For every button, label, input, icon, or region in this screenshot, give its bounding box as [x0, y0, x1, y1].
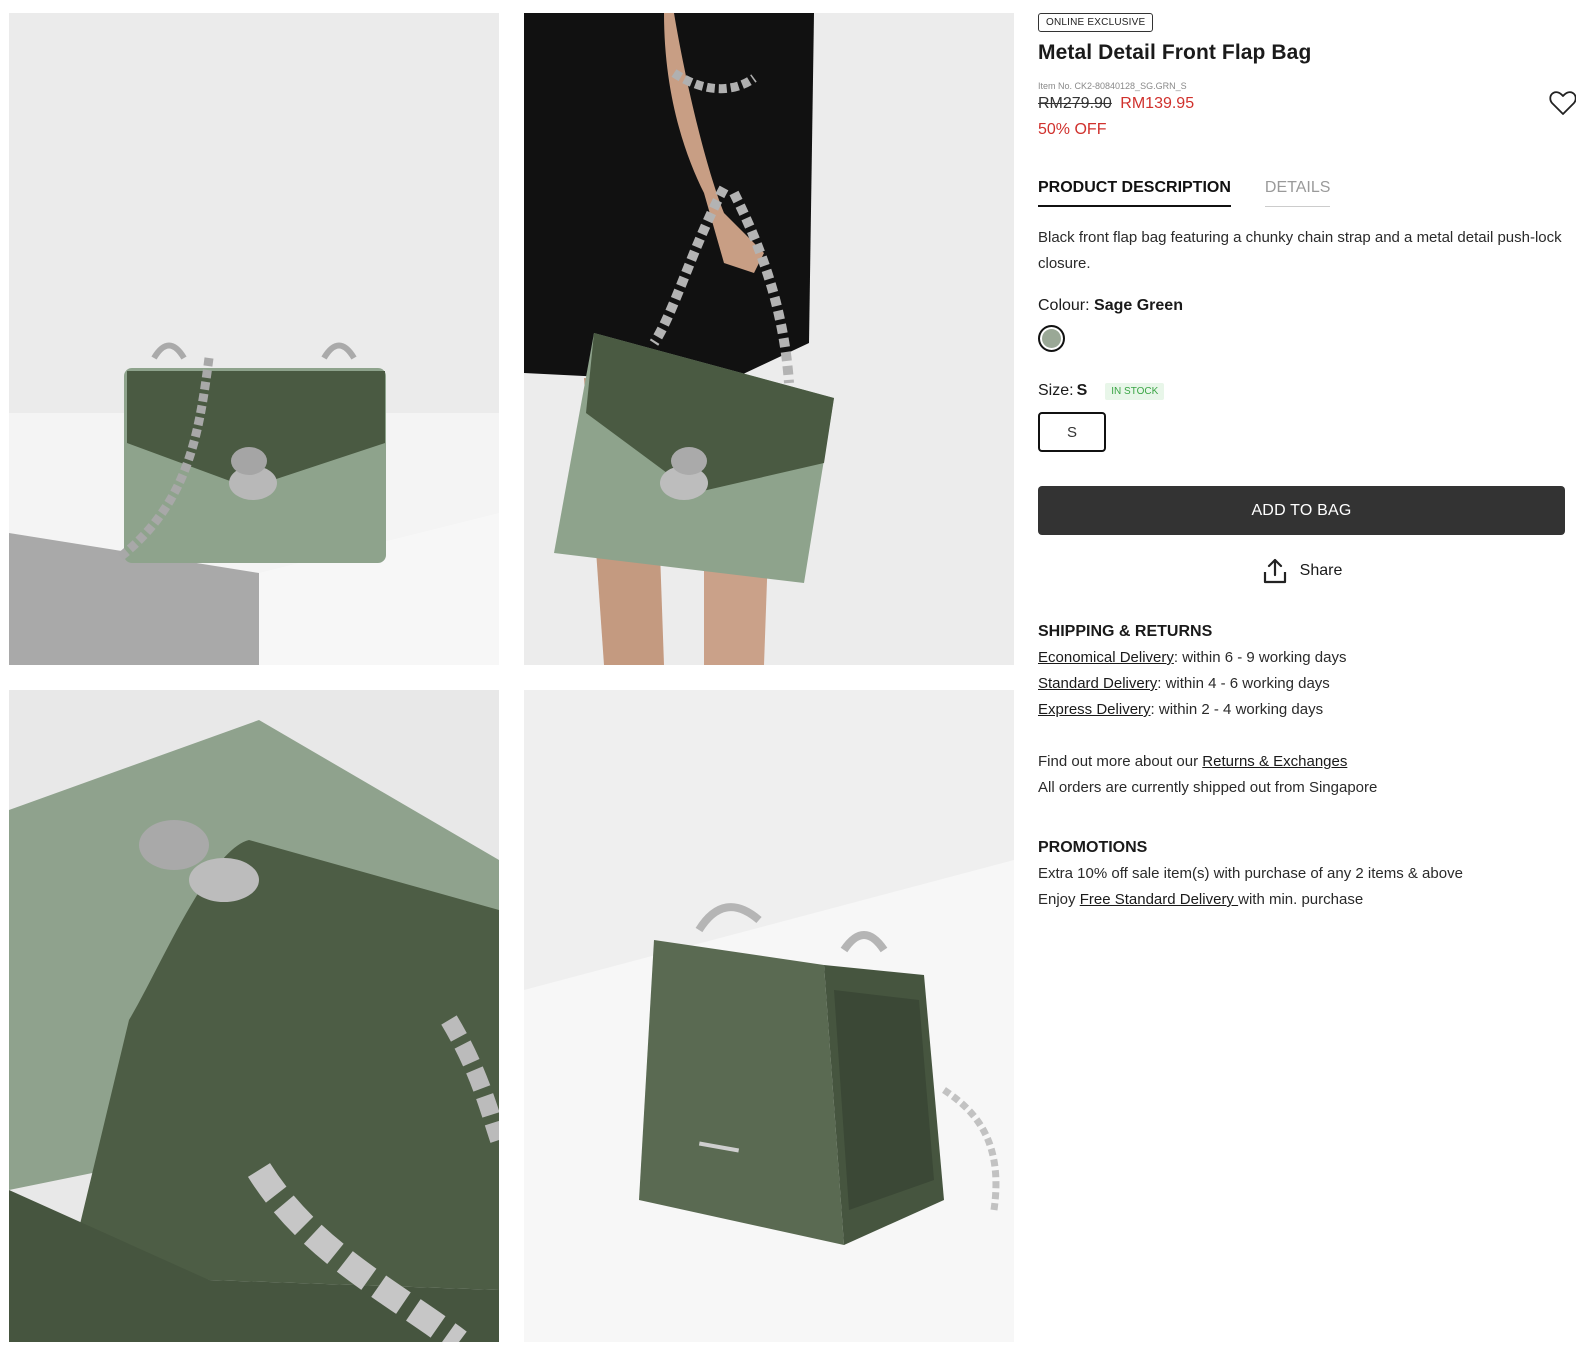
product-gallery — [9, 13, 1014, 1350]
returns-line: Find out more about our Returns & Exchan… — [1038, 753, 1348, 770]
add-to-bag-button[interactable]: ADD TO BAG — [1038, 486, 1565, 535]
original-price: RM279.90 — [1038, 95, 1112, 112]
in-stock-badge: IN STOCK — [1105, 382, 1165, 400]
express-delivery-link[interactable]: Express Delivery — [1038, 701, 1151, 718]
tab-details[interactable]: DETAILS — [1264, 179, 1331, 207]
standard-delivery-line: Standard Delivery: within 4 - 6 working … — [1038, 675, 1330, 692]
share-upload-icon — [1263, 558, 1286, 584]
item-number: Item No. CK2-80840128_SG.GRN_S — [1038, 81, 1187, 91]
share-label: Share — [1299, 562, 1343, 579]
wishlist-button[interactable] — [1548, 88, 1576, 118]
size-row: Size: S IN STOCK — [1038, 382, 1566, 400]
sale-price: RM139.95 — [1120, 95, 1195, 112]
promotions-heading: PROMOTIONS — [1038, 839, 1148, 856]
online-exclusive-badge: ONLINE EXCLUSIVE — [1038, 13, 1154, 32]
express-delivery-line: Express Delivery: within 2 - 4 working d… — [1038, 701, 1324, 718]
share-button[interactable]: Share — [1038, 557, 1566, 585]
shipped-from-line: All orders are currently shipped out fro… — [1038, 779, 1378, 796]
shipping-returns-heading: SHIPPING & RETURNS — [1038, 623, 1213, 640]
promotion-line-2: Enjoy Free Standard Delivery with min. p… — [1038, 891, 1364, 908]
price-row: RM279.90 RM139.95 — [1038, 95, 1566, 113]
colour-swatch-sage-green[interactable] — [1038, 325, 1065, 352]
colour-value: Sage Green — [1094, 297, 1183, 314]
product-image-side[interactable] — [524, 690, 1014, 1342]
product-description: Black front flap bag featuring a chunky … — [1038, 229, 1562, 272]
promotion-line-1: Extra 10% off sale item(s) with purchase… — [1038, 865, 1463, 882]
economical-delivery-link[interactable]: Economical Delivery — [1038, 649, 1174, 666]
heart-icon — [1549, 91, 1576, 115]
product-info-panel: ONLINE EXCLUSIVE Metal Detail Front Flap… — [1038, 12, 1576, 913]
standard-delivery-link[interactable]: Standard Delivery — [1038, 675, 1157, 692]
size-label: Size: — [1038, 382, 1074, 399]
tab-product-description[interactable]: PRODUCT DESCRIPTION — [1038, 179, 1231, 207]
discount-label: 50% OFF — [1038, 121, 1107, 138]
free-standard-delivery-link[interactable]: Free Standard Delivery — [1080, 891, 1238, 908]
shipping-list: Economical Delivery: within 6 - 9 workin… — [1038, 645, 1566, 801]
product-image-front[interactable] — [9, 13, 499, 665]
colour-label: Colour: — [1038, 297, 1090, 314]
promotions-list: Extra 10% off sale item(s) with purchase… — [1038, 861, 1566, 913]
economical-delivery-line: Economical Delivery: within 6 - 9 workin… — [1038, 649, 1347, 666]
size-option-s[interactable]: S — [1038, 412, 1106, 452]
colour-row: Colour: Sage Green — [1038, 297, 1566, 315]
product-title: Metal Detail Front Flap Bag — [1038, 41, 1312, 64]
product-image-closeup[interactable] — [9, 690, 499, 1342]
product-image-model[interactable] — [524, 13, 1014, 665]
size-value: S — [1076, 382, 1088, 399]
product-tabs: PRODUCT DESCRIPTION DETAILS — [1038, 179, 1566, 207]
returns-exchanges-link[interactable]: Returns & Exchanges — [1202, 753, 1347, 770]
